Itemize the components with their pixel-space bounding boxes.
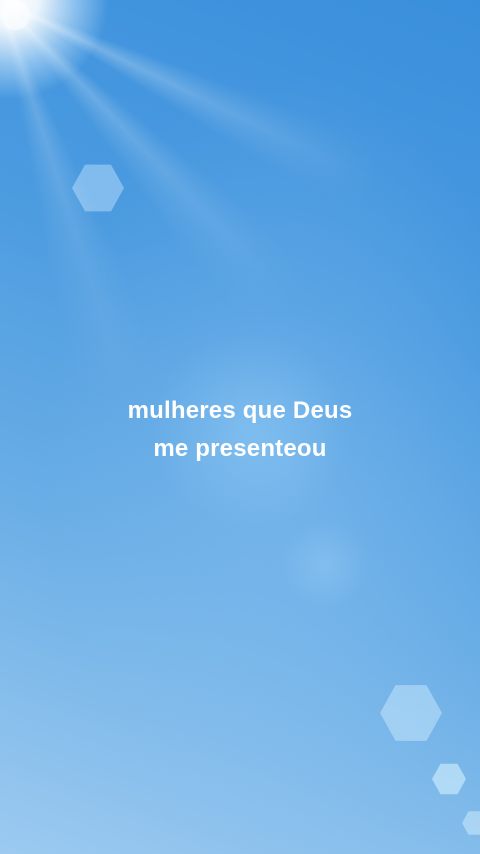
- caption-line-2: me presenteou: [153, 435, 327, 462]
- caption-line-1: mulheres que Deus: [127, 397, 353, 424]
- story-caption: mulheres que Deus me presenteou: [0, 392, 480, 468]
- story-background: mulheres que Deus me presenteou: [0, 0, 480, 854]
- light-glow: [280, 520, 370, 610]
